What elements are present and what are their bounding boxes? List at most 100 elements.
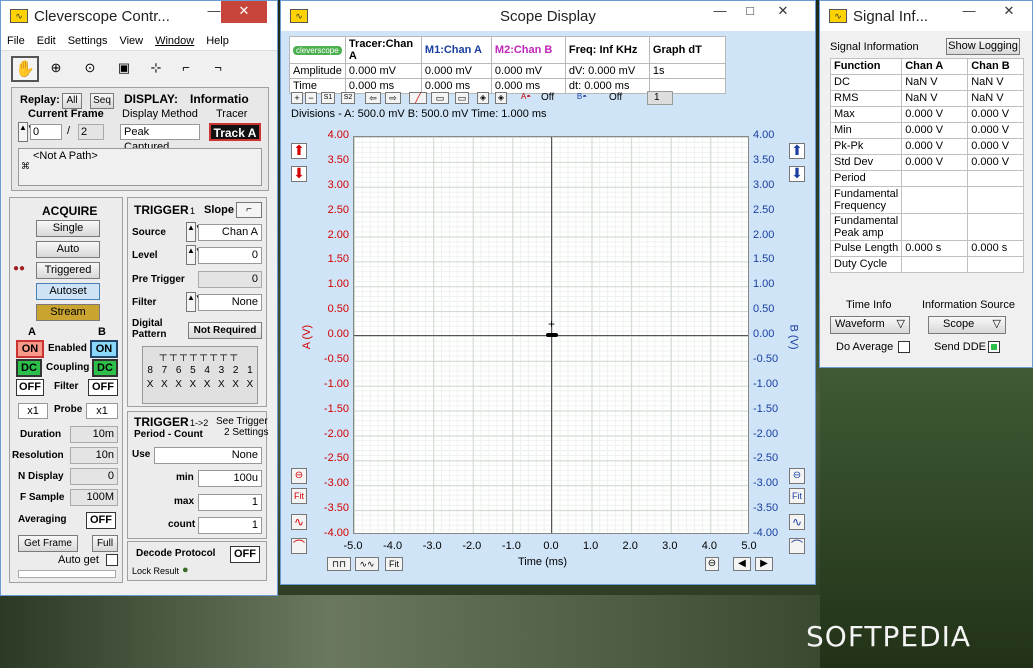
menu-file[interactable]: File: [1, 35, 31, 47]
channel-b-icon[interactable]: B◓: [573, 92, 591, 104]
bit-state[interactable]: X: [204, 379, 211, 390]
rise-edge-icon[interactable]: ⌐: [175, 58, 197, 80]
menu-help[interactable]: Help: [200, 35, 235, 47]
waveform-select[interactable]: Waveform ▽: [830, 316, 910, 334]
frame-stepper[interactable]: ▲▼: [18, 122, 35, 142]
zoom-in-icon[interactable]: ⊕: [45, 58, 67, 80]
ndisplay-field[interactable]: 0: [70, 468, 118, 485]
down-arrow-red-icon[interactable]: ⬇: [291, 166, 307, 182]
menu-edit[interactable]: Edit: [31, 35, 62, 47]
down-arrow-blue-icon[interactable]: ⬇: [789, 166, 805, 182]
min-field[interactable]: 100u: [198, 470, 262, 487]
menu-view[interactable]: View: [113, 35, 149, 47]
filter-stepper[interactable]: ▲▼: [186, 292, 203, 312]
zoom-point-icon[interactable]: ⊙: [79, 58, 101, 80]
send-dde-checkbox[interactable]: [988, 341, 1000, 353]
wave-left-icon[interactable]: ∿: [291, 514, 307, 530]
close-button[interactable]: ✕: [221, 1, 267, 23]
marker1-icon[interactable]: ◈: [477, 92, 489, 104]
probe-a-field[interactable]: x1: [18, 403, 48, 419]
coupling-b-button[interactable]: DC: [92, 359, 118, 377]
menu-settings[interactable]: Settings: [62, 35, 114, 47]
minimize-button[interactable]: —: [705, 1, 735, 23]
wave-right-icon[interactable]: ∿: [789, 514, 805, 530]
cursor-icon[interactable]: ⊹: [145, 58, 167, 80]
full-button[interactable]: Full: [92, 535, 118, 552]
triggered-button[interactable]: Triggered: [36, 262, 100, 279]
trace-number-field[interactable]: 1: [647, 91, 673, 105]
duration-field[interactable]: 10m: [70, 426, 118, 443]
fit-right-button[interactable]: Fit: [789, 488, 805, 504]
minimize-button[interactable]: —: [954, 1, 984, 23]
close-button[interactable]: ✕: [763, 1, 803, 23]
fit-bottom-button[interactable]: Fit: [385, 557, 403, 571]
max-field[interactable]: 1: [198, 494, 262, 511]
track-a-button[interactable]: Track A: [209, 123, 261, 141]
channel-a-icon[interactable]: A◓: [517, 92, 535, 104]
s2-icon[interactable]: S2: [341, 92, 355, 104]
fsample-field[interactable]: 100M: [70, 489, 118, 506]
right-arrow-icon[interactable]: ⇨: [385, 92, 401, 104]
current-frame-field[interactable]: 0: [30, 124, 62, 140]
scope-titlebar[interactable]: ∿ Scope Display — □ ✕: [281, 1, 815, 31]
filter-b-button[interactable]: OFF: [88, 379, 118, 396]
probe-b-field[interactable]: x1: [86, 403, 118, 419]
do-average-checkbox[interactable]: [898, 341, 910, 353]
s1-icon[interactable]: S1: [321, 92, 335, 104]
enabled-a-button[interactable]: ON: [16, 340, 44, 358]
view1-icon[interactable]: ▭: [431, 92, 449, 104]
resolution-field[interactable]: 10n: [70, 447, 118, 464]
view2-icon[interactable]: ▭: [455, 92, 469, 104]
wave-sine-icon[interactable]: ∿∿: [355, 557, 379, 571]
display-method-select[interactable]: Peak Captured: [120, 124, 200, 153]
left-arrow-icon[interactable]: ⇦: [365, 92, 381, 104]
source-select[interactable]: Scope ▽: [928, 316, 1006, 334]
minus-icon[interactable]: −: [305, 92, 317, 104]
count-field[interactable]: 1: [198, 517, 262, 534]
bit-state[interactable]: X: [218, 379, 225, 390]
filter-a-button[interactable]: OFF: [16, 379, 44, 396]
fit-left-button[interactable]: Fit: [291, 488, 307, 504]
level-stepper[interactable]: ▲▼: [186, 245, 203, 265]
coupling-a-button[interactable]: DC: [16, 359, 42, 377]
decode-button[interactable]: OFF: [230, 546, 260, 563]
trace-icon[interactable]: ╱: [409, 92, 427, 104]
scroll-left-icon[interactable]: ◀: [733, 557, 751, 571]
target-bottom-icon[interactable]: ⊖: [705, 557, 719, 571]
pretrigger-field[interactable]: 0: [198, 271, 262, 288]
maximize-button[interactable]: □: [735, 1, 765, 23]
use-select[interactable]: None: [154, 447, 262, 464]
bit-state[interactable]: X: [247, 379, 254, 390]
up-arrow-blue-icon[interactable]: ⬆: [789, 143, 805, 159]
close-button[interactable]: ✕: [986, 1, 1032, 23]
averaging-button[interactable]: OFF: [86, 512, 116, 529]
up-arrow-red-icon[interactable]: ⬆: [291, 143, 307, 159]
control-titlebar[interactable]: ∿ Cleverscope Contr... — ✕: [1, 1, 277, 31]
autoset-button[interactable]: Autoset: [36, 283, 100, 300]
hand-tool-icon[interactable]: ✋: [11, 56, 39, 82]
stream-button[interactable]: Stream: [36, 304, 100, 321]
fall-edge-icon[interactable]: ¬: [207, 58, 229, 80]
target-right-icon[interactable]: ⊖: [789, 468, 805, 484]
bit-state[interactable]: X: [147, 379, 154, 390]
not-required-button[interactable]: Not Required: [188, 322, 262, 339]
bit-state[interactable]: X: [190, 379, 197, 390]
enabled-b-button[interactable]: ON: [90, 340, 118, 358]
scroll-right-icon[interactable]: ▶: [755, 557, 773, 571]
signal-titlebar[interactable]: ∿ Signal Inf... — ✕: [820, 1, 1032, 31]
trigger-filter-select[interactable]: None: [198, 294, 262, 311]
plus-icon[interactable]: +: [291, 92, 303, 104]
zoom-box-icon[interactable]: ▣: [113, 58, 135, 80]
menu-window[interactable]: Window: [149, 35, 200, 47]
slope-rise-icon[interactable]: ⌐: [236, 202, 262, 218]
digital-pattern-grid[interactable]: ┬┬┬┬┬┬┬┬ 87654321 XXXXXXXX: [142, 346, 258, 404]
single-button[interactable]: Single: [36, 220, 100, 237]
show-logging-button[interactable]: Show Logging: [946, 38, 1020, 55]
auto-button[interactable]: Auto: [36, 241, 100, 258]
marker2-icon[interactable]: ◈: [495, 92, 507, 104]
path-field[interactable]: <Not A Path>: [18, 148, 262, 186]
plot-area[interactable]: +: [353, 136, 749, 534]
source-stepper[interactable]: ▲▼: [186, 222, 203, 242]
source-select[interactable]: Chan A: [198, 224, 262, 241]
auto-get-checkbox[interactable]: [106, 554, 118, 566]
